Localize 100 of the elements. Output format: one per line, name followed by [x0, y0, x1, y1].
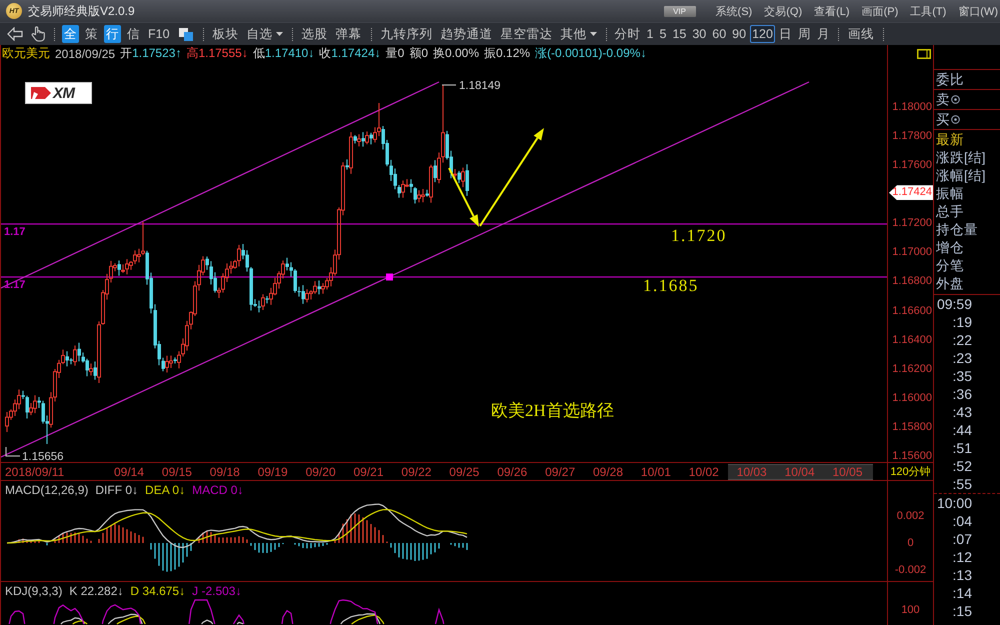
toolbar-button[interactable]: 选股	[300, 25, 330, 43]
period-tab[interactable]: 60	[710, 25, 728, 43]
kdj-tick-label: 100	[900, 603, 921, 617]
level-axis-label: 1.17	[4, 226, 26, 238]
leader-line	[6, 446, 20, 456]
macd-tick-label: -0.002	[894, 563, 928, 577]
level-axis-label: 1.17	[4, 279, 26, 291]
hand-pointer-icon[interactable]	[31, 26, 45, 42]
period-tab[interactable]: 日	[776, 25, 794, 43]
tick-time: :36	[952, 385, 972, 403]
caret-icon	[590, 32, 597, 36]
price-tick-label: 1.17600	[892, 158, 932, 172]
period-tab[interactable]: 分时	[612, 25, 643, 43]
quote-field-label: 总手	[936, 203, 964, 221]
macd-tick-label: 0	[906, 536, 915, 550]
price-tick-label: 1.16000	[892, 390, 932, 405]
order-label: 卖	[936, 90, 950, 108]
date-label: 09/19	[258, 465, 288, 479]
tick-time: :22	[952, 331, 972, 349]
price-tick-label: 1.16200	[892, 362, 932, 376]
menu-item[interactable]: 画面(P)	[862, 4, 898, 18]
indicator-value: K 22.282↓	[69, 584, 124, 598]
date-label: 09/27	[545, 465, 576, 479]
quick-toggle[interactable]: 信	[125, 25, 142, 43]
quote-field-label: 分笔	[936, 257, 964, 275]
logo-text: XM	[53, 84, 74, 102]
circle-dot-icon	[951, 95, 960, 104]
price-tick-label: 1.15800	[892, 420, 932, 434]
quote-field: 换0.00%	[433, 45, 480, 62]
toolbar-button[interactable]: 星空雷达	[498, 25, 555, 43]
indicator-value: DEA 0↓	[145, 483, 186, 497]
quote-field-label: 涨跌[结]	[936, 149, 986, 167]
overlapping-squares-icon[interactable]	[178, 26, 194, 42]
toolbar-button[interactable]: 自选	[244, 25, 285, 43]
quick-toggle[interactable]: F10	[146, 25, 172, 43]
toolbar-button[interactable]: 趋势通道	[438, 25, 495, 43]
menu-item[interactable]: 查看(L)	[814, 4, 850, 18]
date-label: 10/02	[688, 465, 719, 479]
price-tick-label: 1.17200	[892, 216, 932, 230]
tick-time: :44	[952, 421, 972, 439]
price-tick-label: 1.16400	[892, 332, 932, 347]
quote-field: 收1.17424↓	[319, 45, 381, 62]
window-title: 交易师经典版V2.0.9	[28, 2, 135, 20]
menu-item[interactable]: 窗口(W)	[958, 4, 998, 18]
quote-field-label: 持仓量	[936, 221, 978, 239]
date-label: 09/26	[497, 465, 528, 479]
tick-time: :04	[952, 512, 972, 530]
indicator-value: J -2.503↓	[192, 584, 242, 598]
price-tick-label: 1.16600	[892, 304, 932, 318]
date-label: 10/05	[824, 464, 872, 480]
tick-time: :19	[952, 313, 972, 331]
indicator-title: KDJ(9,3,3)	[5, 584, 62, 598]
period-tab[interactable]: 5	[658, 25, 668, 43]
date-label: 09/15	[162, 465, 192, 479]
menu-item[interactable]: 工具(T)	[910, 4, 946, 18]
price-tick-label: 1.15600	[892, 448, 932, 463]
date-label: 10/01	[640, 465, 671, 479]
logo-mark-icon	[30, 85, 52, 101]
tick-time: :55	[952, 475, 972, 493]
price-tick-label: 1.17000	[892, 245, 932, 260]
macd-tick-label: 0.002	[896, 509, 926, 523]
period-tab[interactable]: 周	[796, 25, 813, 43]
square-outline-icon[interactable]	[917, 48, 931, 58]
quote-field-label: 涨幅[结]	[936, 167, 986, 185]
quote-field-label: 外盘	[936, 275, 964, 293]
tick-time: 10:00	[936, 494, 972, 512]
period-tab[interactable]: 30	[690, 25, 708, 43]
period-tab[interactable]: 15	[670, 25, 688, 43]
price-tick-label: 1.16800	[892, 274, 932, 288]
toolbar-button[interactable]: 其他	[558, 25, 599, 43]
date-label: 09/25	[449, 465, 480, 479]
menu-item[interactable]: 交易(Q)	[764, 4, 802, 18]
back-arrow-icon[interactable]	[7, 27, 23, 41]
quote-field: 振0.12%	[484, 45, 530, 62]
circle-dot-icon	[951, 115, 960, 124]
quote-field-label: 增仓	[936, 239, 964, 257]
date-label: 09/14	[114, 465, 144, 479]
period-tab[interactable]: 90	[730, 25, 748, 43]
last-price-tag: 1.17424	[889, 185, 933, 200]
tick-time: :52	[952, 457, 972, 475]
toolbar-button[interactable]: 弹幕	[334, 25, 364, 43]
down-arrow	[448, 168, 479, 227]
date-label: 10/03	[728, 464, 777, 480]
indicator-value: MACD 0↓	[192, 483, 244, 497]
menu-item[interactable]: 系统(S)	[716, 4, 752, 18]
toolbar-button[interactable]: 九转序列	[378, 25, 435, 43]
period-tab[interactable]: 1	[644, 25, 656, 43]
date-label: 09/18	[210, 465, 240, 479]
tick-time: :23	[952, 349, 972, 367]
tick-time: :07	[952, 530, 972, 548]
period-tab[interactable]: 120	[750, 25, 775, 43]
date-label: 09/21	[354, 465, 384, 479]
level-note: 1.1720	[671, 226, 727, 245]
quick-toggle[interactable]: 策	[83, 25, 100, 43]
quote-field: 高1.17555↓	[186, 45, 248, 62]
toolbar-button[interactable]: 板块	[210, 25, 241, 43]
period-tab[interactable]: 月	[814, 25, 832, 43]
date-label: 2018/09/11	[5, 465, 64, 479]
tick-time: :15	[952, 602, 972, 620]
draw-tool-button[interactable]: 画线	[846, 25, 876, 43]
